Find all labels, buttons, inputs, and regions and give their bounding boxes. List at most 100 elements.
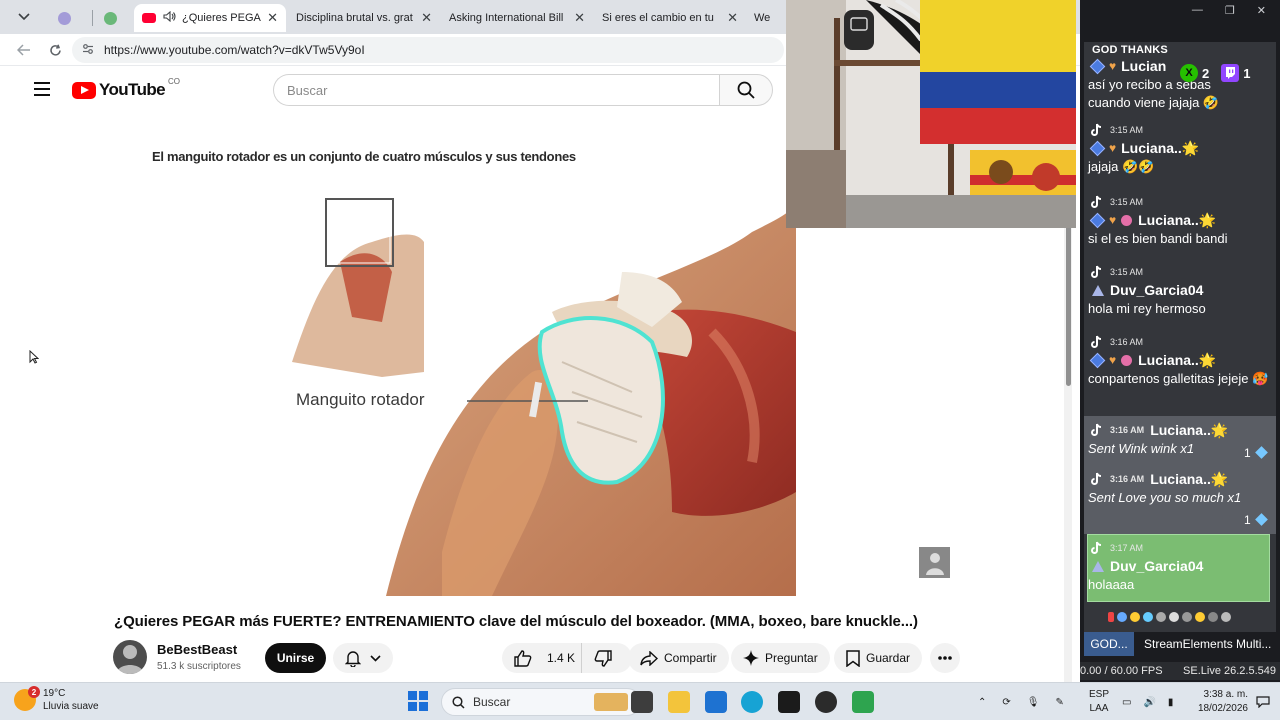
chat-text: jajaja 🤣🤣: [1088, 159, 1155, 174]
search-input[interactable]: Buscar: [273, 74, 721, 106]
emote-icon: [1208, 612, 1218, 622]
pen-icon[interactable]: ✎: [1055, 697, 1063, 708]
chat-message: 3:15 AM ♥ Luciana..🌟 si el es bien bandi…: [1088, 194, 1272, 248]
more-horizontal-icon: [938, 656, 952, 660]
emote-icon: [1156, 612, 1166, 622]
address-bar[interactable]: https://www.youtube.com/watch?v=dkVTw5Vy…: [72, 37, 784, 63]
close-tab-icon[interactable]: ✕: [421, 10, 432, 26]
minimize-icon[interactable]: —: [1192, 4, 1203, 16]
tab-search-button[interactable]: [8, 6, 40, 28]
tiktok-icon: [1091, 423, 1102, 436]
video-label: Manguito rotador: [296, 390, 425, 409]
edge-browser-icon[interactable]: [741, 691, 763, 713]
chat-message: 3:16 AM ♥ Luciana..🌟 conpartenos galleti…: [1088, 334, 1272, 388]
search-button[interactable]: [719, 74, 773, 106]
weather-temperature: 19°C: [43, 688, 66, 699]
store-app-icon[interactable]: [705, 691, 727, 713]
dislike-button[interactable]: [582, 649, 630, 667]
close-tab-icon[interactable]: ✕: [574, 10, 585, 26]
reload-icon: [49, 44, 61, 56]
taskbar-search[interactable]: Buscar: [441, 688, 641, 716]
diamond-icon: [1254, 446, 1268, 459]
channel-name[interactable]: BeBestBeast: [157, 642, 237, 657]
triangle-badge-icon: [1092, 560, 1104, 572]
arrow-left-icon: [17, 44, 30, 56]
clock[interactable]: 3:38 a. m. 18/02/2026: [1192, 688, 1248, 716]
diamond-badge-icon: [1089, 212, 1106, 228]
gift-message: 3:16 AM Luciana..🌟 Sent Love you so much…: [1088, 469, 1272, 527]
reload-button[interactable]: [45, 40, 65, 60]
notifications-icon[interactable]: [1256, 695, 1270, 709]
chat-time: 3:15 AM: [1110, 267, 1144, 277]
chat-message-highlighted: 3:17 AM Duv_Garcia04 holaaaa: [1088, 540, 1272, 594]
flower-badge-icon: [1121, 214, 1133, 226]
close-icon[interactable]: ✕: [1257, 4, 1266, 17]
share-button[interactable]: Compartir: [628, 643, 729, 673]
weather-widget[interactable]: 2 19°C Lluvia suave: [14, 686, 99, 713]
tab-4[interactable]: Disciplina brutal vs. grat ✕: [288, 4, 440, 32]
channel-watermark[interactable]: [918, 546, 951, 579]
join-button[interactable]: Unirse: [265, 643, 326, 673]
language-indicator[interactable]: ESP LAA: [1086, 688, 1112, 716]
menu-icon[interactable]: [34, 82, 50, 96]
dock-tab-god[interactable]: GOD...: [1084, 632, 1134, 656]
chat-time: 3:15 AM: [1110, 197, 1144, 207]
fps-readout: 0.00 / 60.00 FPS: [1080, 665, 1163, 677]
obs-icon[interactable]: [815, 691, 837, 713]
tab-7[interactable]: We: [746, 4, 788, 32]
close-tab-icon[interactable]: ✕: [267, 10, 278, 26]
ask-button[interactable]: Preguntar: [731, 643, 830, 673]
emote-icon: [1221, 612, 1231, 622]
notifications-button[interactable]: [333, 643, 393, 673]
tab-6[interactable]: Si eres el cambio en tu ✕: [594, 4, 746, 32]
pause-icon: [1108, 612, 1114, 622]
maximize-icon[interactable]: ❐: [1225, 4, 1235, 17]
webcam-overlay: [786, 0, 1076, 228]
tab-1[interactable]: [50, 4, 90, 32]
x-platform-icon: X: [1180, 64, 1198, 82]
dock-tab-streamelements[interactable]: StreamElements Multi...: [1134, 637, 1271, 651]
tab-active-video[interactable]: ¿Quieres PEGAR m ✕: [134, 4, 286, 32]
microphone-icon[interactable]: 🎙: [1027, 697, 1040, 708]
sync-icon[interactable]: ⟳: [1002, 697, 1010, 708]
clock-time: 3:38 a. m.: [1203, 689, 1248, 700]
gift-count-value: 1: [1244, 513, 1251, 527]
diamond-badge-icon: [1089, 58, 1106, 74]
back-button[interactable]: [14, 40, 34, 60]
chevron-up-icon[interactable]: ⌃: [978, 697, 986, 708]
more-actions-button[interactable]: [930, 643, 960, 673]
tiktok-icon: [1091, 541, 1102, 554]
site-info-icon[interactable]: [82, 43, 94, 58]
chat-username: Luciana..🌟: [1150, 421, 1229, 438]
tab-2[interactable]: [96, 4, 132, 32]
person-icon: [116, 645, 144, 674]
x-count: 2: [1202, 65, 1210, 81]
person-icon: [925, 552, 944, 575]
gift-count: 1: [1244, 446, 1268, 460]
like-dislike-group: 1.4 K: [502, 643, 632, 673]
bell-icon: [345, 650, 362, 667]
speaker-icon[interactable]: [163, 10, 176, 25]
chat-username: Luciana..🌟: [1121, 139, 1200, 156]
emote-icon: [1182, 612, 1192, 622]
start-button[interactable]: [408, 691, 428, 711]
close-tab-icon[interactable]: ✕: [727, 10, 738, 26]
dock-tabs: GOD... StreamElements Multi...: [1084, 632, 1276, 656]
file-explorer-icon[interactable]: [668, 691, 690, 713]
youtube-logo[interactable]: YouTube CO: [72, 77, 180, 100]
chat-text: conpartenos galletitas jejeje 🥵: [1088, 371, 1269, 386]
emote-icon: [1117, 612, 1127, 622]
save-button[interactable]: Guardar: [834, 643, 923, 673]
like-button[interactable]: 1.4 K: [502, 643, 582, 673]
chat-time: 3:16 AM: [1110, 337, 1144, 347]
chat-app-icon[interactable]: [852, 691, 874, 713]
channel-avatar[interactable]: [113, 640, 147, 674]
mouse-cursor-icon: [29, 350, 39, 364]
chat-username: Luciana..🌟: [1138, 351, 1217, 368]
share-icon: [640, 650, 658, 666]
tab-5[interactable]: Asking International Bill ✕: [441, 4, 593, 32]
quick-settings[interactable]: ▭ 🔊 ▮: [1122, 683, 1173, 720]
gift-count-value: 1: [1244, 446, 1251, 460]
terminal-app-icon[interactable]: [631, 691, 653, 713]
app-n-icon[interactable]: [778, 691, 800, 713]
